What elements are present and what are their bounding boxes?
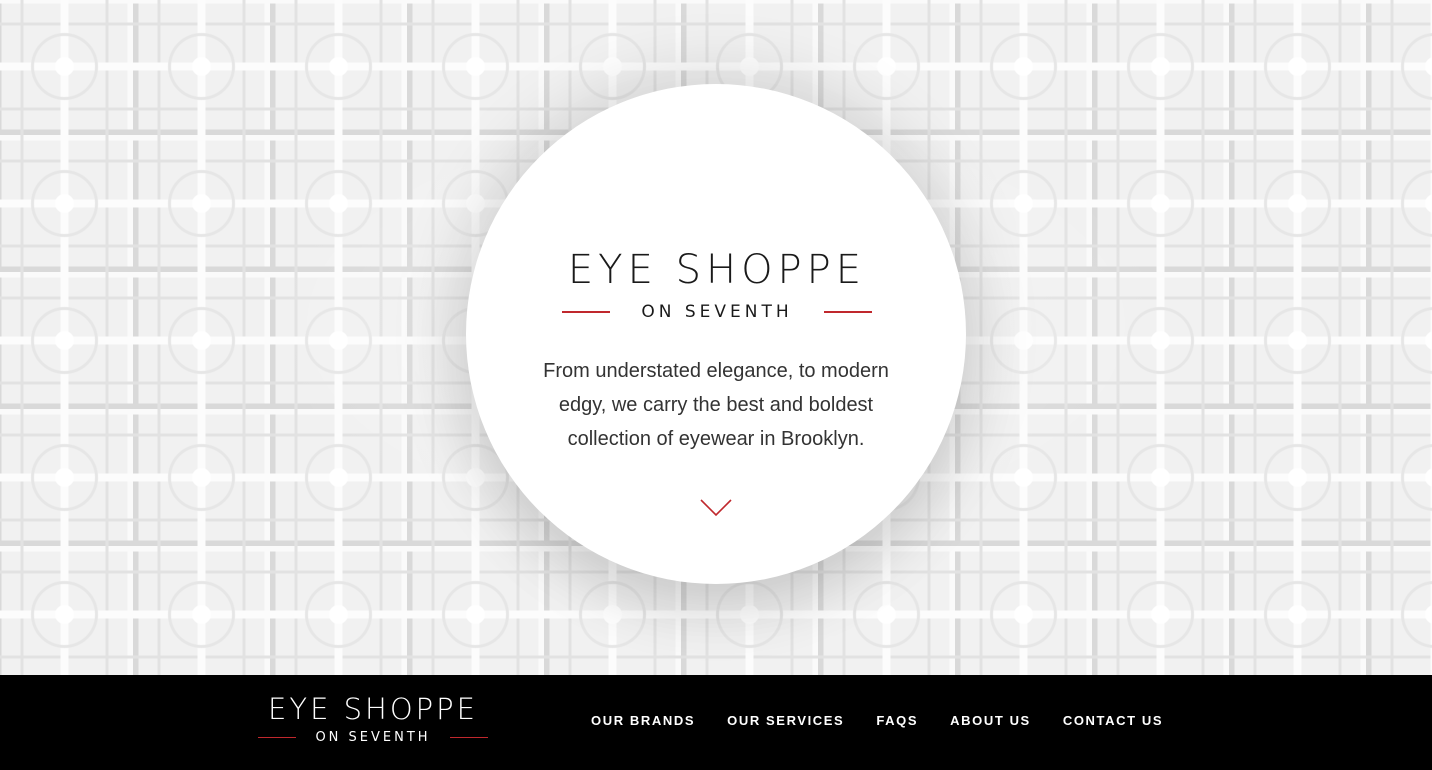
nav-link-contact-us[interactable]: CONTACT US <box>1063 713 1163 728</box>
nav-link-our-brands[interactable]: OUR BRANDS <box>591 713 695 728</box>
hero-logo-brand: EYE SHOPPE <box>567 247 867 293</box>
footer-logo[interactable]: EYE SHOPPE ON SEVENTH <box>258 693 488 745</box>
hero-section: EYE SHOPPE ON SEVENTH From understated e… <box>0 0 1432 675</box>
nav-link-our-services[interactable]: OUR SERVICES <box>727 713 844 728</box>
footer-bar: EYE SHOPPE ON SEVENTH OUR BRANDS OUR SER… <box>0 675 1432 770</box>
logo-rule-right <box>823 311 872 313</box>
footer-logo-sub: ON SEVENTH <box>315 730 431 745</box>
hero-circle-card: EYE SHOPPE ON SEVENTH From understated e… <box>466 84 966 584</box>
hero-logo[interactable]: EYE SHOPPE ON SEVENTH <box>562 248 872 322</box>
nav-link-about-us[interactable]: ABOUT US <box>950 713 1031 728</box>
logo-rule-left <box>562 311 610 313</box>
hero-logo-sub: ON SEVENTH <box>641 302 793 322</box>
footer-logo-rule-left <box>258 736 296 739</box>
footer-nav: OUR BRANDS OUR SERVICES FAQS ABOUT US CO… <box>591 713 1163 728</box>
chevron-down-icon[interactable] <box>700 498 732 518</box>
nav-link-faqs[interactable]: FAQS <box>876 713 918 728</box>
hero-logo-sub-row: ON SEVENTH <box>562 302 872 322</box>
footer-logo-sub-row: ON SEVENTH <box>258 730 488 745</box>
hero-tagline: From understated elegance, to modern edg… <box>543 360 889 450</box>
footer-logo-brand: EYE SHOPPE <box>268 692 478 726</box>
footer-logo-rule-right <box>449 736 488 739</box>
